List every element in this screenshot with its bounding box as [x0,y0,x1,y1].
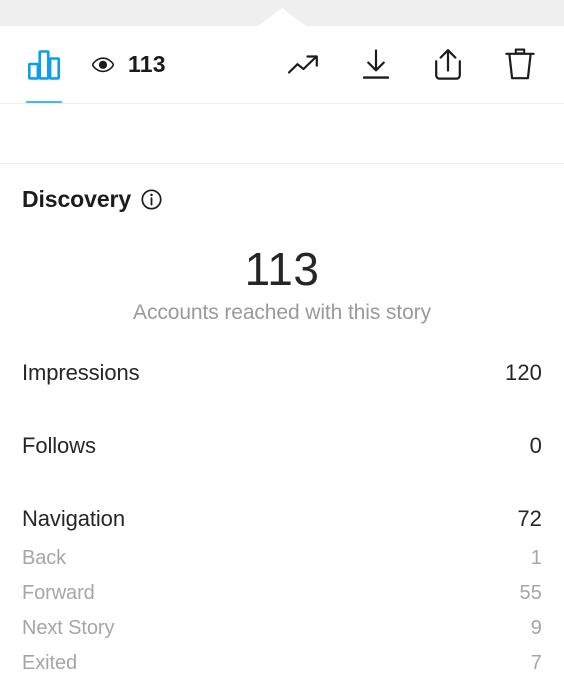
share-button[interactable] [426,43,470,87]
metric-value: 7 [530,652,542,674]
metric-value: 72 [517,506,542,531]
eye-icon [92,56,114,72]
views-count: 113 [128,51,166,77]
metric-row-follows: Follows 0 [22,433,542,506]
metric-label: Impressions [22,360,140,385]
metric-value: 0 [529,433,542,458]
share-icon [435,49,461,80]
tab-insights-chart[interactable] [22,42,66,104]
sheet-notch [258,8,306,26]
info-circle-icon[interactable] [141,189,162,210]
toolbar-left-group: 113 [22,42,166,104]
download-icon [362,48,390,79]
metric-label: Exited [22,652,77,674]
bar-chart-icon [28,49,60,80]
accounts-reached-label: Accounts reached with this story [133,301,431,325]
metric-row-navigation: Navigation 72 [22,506,542,547]
discovery-title: Discovery [22,186,132,212]
metric-label: Navigation [22,506,125,531]
promote-trending-icon [287,54,318,74]
metric-row-next-story: Next Story 9 [22,617,542,652]
metric-value: 120 [504,360,542,385]
views-group: 113 [92,51,166,78]
section-divider [0,163,564,164]
metric-row-forward: Forward 55 [22,582,542,617]
metric-row-back: Back 1 [22,547,542,582]
metric-value: 55 [519,582,542,604]
metric-value: 1 [530,547,542,569]
metric-label: Next Story [22,617,115,639]
download-button[interactable] [354,43,398,87]
metric-row-impressions: Impressions 120 [22,360,542,433]
metric-value: 9 [530,617,542,639]
accounts-reached-value: 113 [244,243,320,295]
metrics-list: Impressions 120 Follows 0 Navigation 72 … [0,360,564,675]
insights-toolbar: 113 [0,26,564,104]
metric-label: Forward [22,582,95,604]
delete-button[interactable] [498,43,542,87]
metric-label: Follows [22,433,96,458]
promote-button[interactable] [282,43,326,87]
delete-trash-icon [505,48,535,80]
discovery-header: Discovery [22,186,162,213]
story-insights-panel: 113 Discovery 113 Accounts reached with … [0,0,564,675]
metric-label: Back [22,547,67,569]
toolbar-actions [282,43,542,87]
discovery-hero: 113 Accounts reached with this story [0,245,564,325]
toolbar-divider [0,103,564,104]
navigation-group: Navigation 72 Back 1 Forward 55 Next Sto… [22,506,542,675]
metric-row-exited: Exited 7 [22,652,542,675]
